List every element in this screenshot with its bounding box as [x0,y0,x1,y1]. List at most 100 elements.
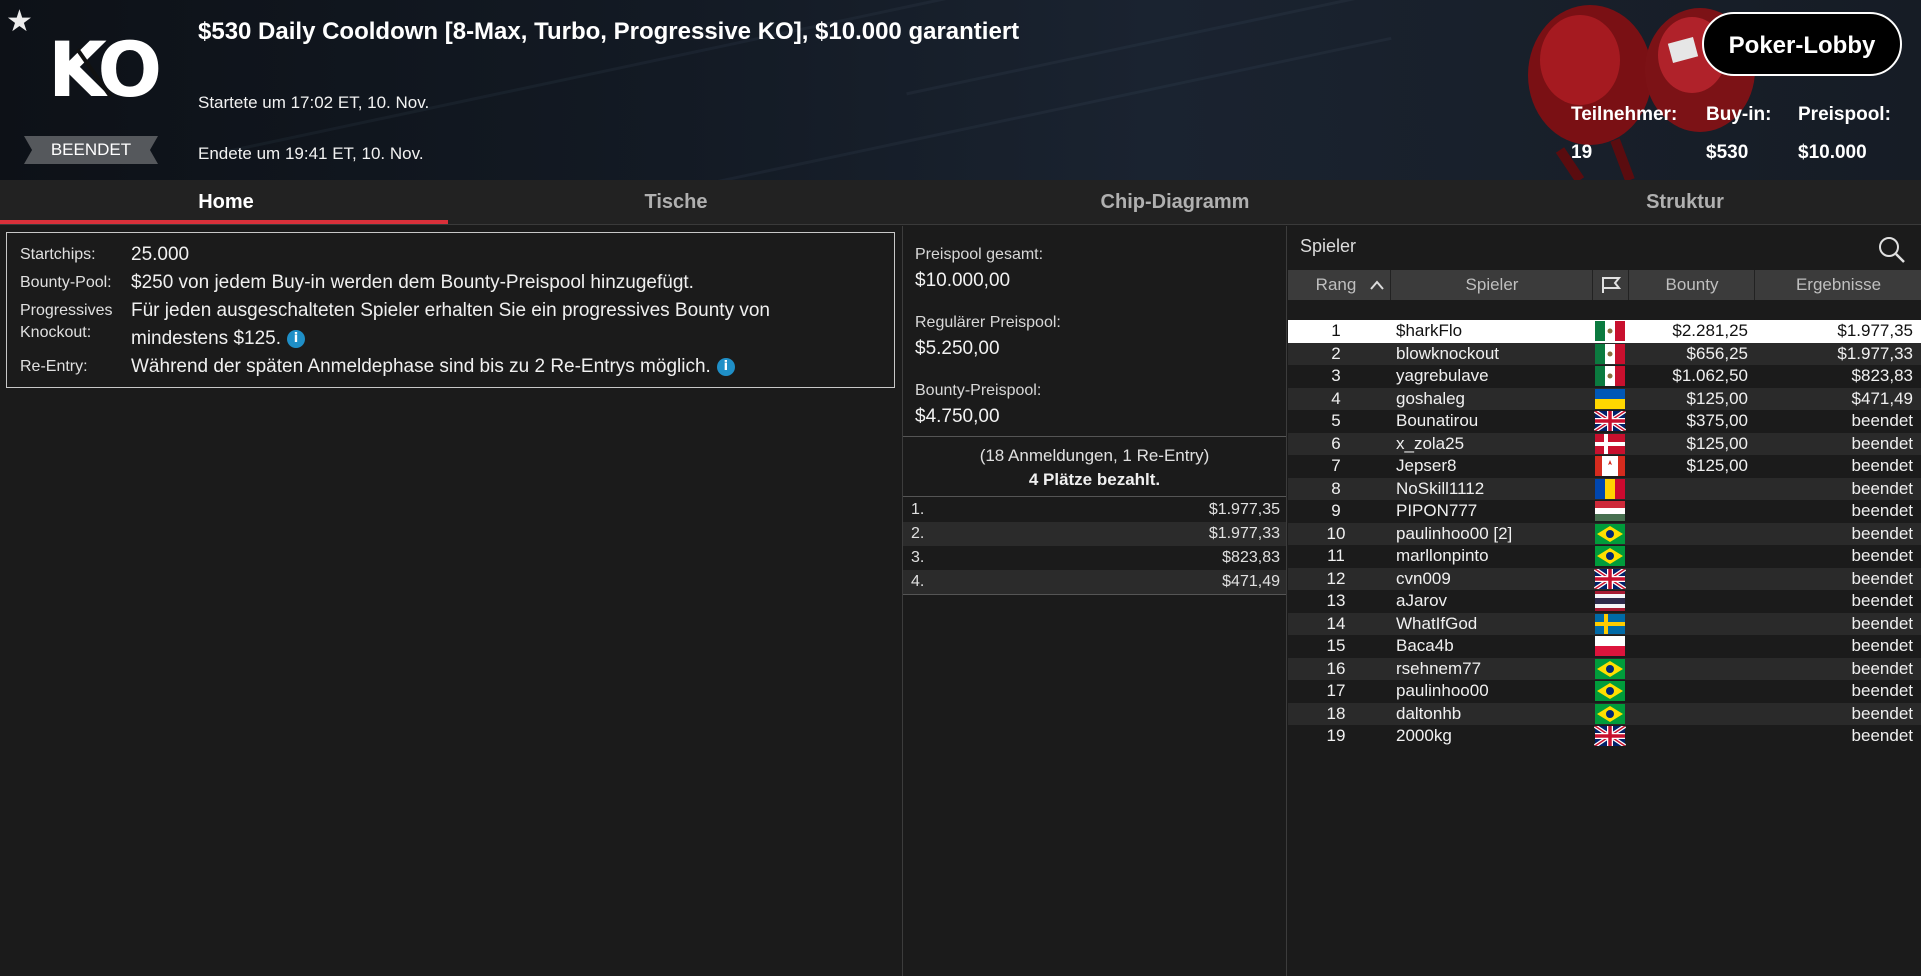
bounty-pool-label: Bounty-Pool: [20,274,112,291]
page-title: $530 Daily Cooldown [8-Max, Turbo, Progr… [198,18,1020,45]
table-row[interactable]: 5 Bounatirou $375,00 beendet [1288,410,1921,433]
player-name: goshaleg [1396,388,1466,408]
table-row[interactable]: 18 daltonhb beendet [1288,702,1921,725]
column-header-bounty[interactable]: Bounty [1630,270,1754,300]
player-rank: 17 [1326,681,1346,700]
table-row[interactable]: 17 paulinhoo00 beendet [1288,680,1921,703]
table-row[interactable]: 16 rsehnem77 beendet [1288,657,1921,680]
total-pool-label: Preispool gesamt: [915,246,1044,263]
tab-chip-chart[interactable]: Chip-Diagramm [960,180,1390,224]
tab-structure[interactable]: Struktur [1490,180,1880,224]
ukraine-flag-icon [1595,388,1625,409]
player-name: blowknockout [1396,343,1500,363]
pko-label-line1: Progressives [20,302,113,319]
reentry-value: Während der späten Anmeldephase sind bis… [131,353,735,381]
table-row[interactable]: 19 2000kg beendet [1288,725,1921,748]
payout-row: 4. $471,49 [903,570,1286,594]
table-row[interactable]: 9 PIPON777 beendet [1288,500,1921,523]
flag-column-icon[interactable] [1600,276,1622,294]
payout-row: 3. $823,83 [911,549,1280,566]
player-rank: 3 [1331,366,1341,385]
player-result: beendet [1851,523,1913,543]
player-rank: 11 [1327,546,1345,565]
table-row[interactable]: 3 yagrebulave $1.062,50 $823,83 [1288,365,1921,388]
player-result: beendet [1851,591,1913,610]
table-row[interactable]: 7 Jepser8 $125,00 beendet [1288,455,1921,478]
player-name: PIPON777 [1396,501,1478,520]
player-rank: 9 [1331,501,1341,520]
players-panel: Spieler Rang Spieler Bounty Ergebnisse 1… [1288,226,1921,976]
table-row[interactable]: 8 NoSkill1112 beendet [1288,477,1921,500]
table-row[interactable]: 10 paulinhoo00 [2] beendet [1288,522,1921,545]
info-icon[interactable]: i [716,357,735,376]
info-icon[interactable]: i [287,329,305,348]
buyin-label: Buy-in: [1706,104,1772,125]
tournament-header: ★ KO BEENDET $530 Daily Cooldown [8-Max,… [0,0,1921,180]
active-tab-indicator [0,220,448,224]
player-name: Baca4b [1396,636,1454,655]
player-name: 2000kg [1396,726,1452,745]
table-row[interactable]: 14 WhatIfGod beendet [1288,612,1921,635]
player-bounty: $125,00 [1686,388,1748,408]
pko-value-line2: mindestens $125. i [131,325,305,353]
bounty-pool-total-label: Bounty-Preispool: [915,382,1042,399]
player-rank: 5 [1331,411,1341,430]
participants-label: Teilnehmer: [1571,104,1678,125]
player-rank: 1 [1331,321,1341,340]
pko-value-line1: Für jeden ausgeschalteten Spieler erhalt… [131,300,770,321]
table-row[interactable]: 2 blowknockout $656,25 $1.977,33 [1288,342,1921,365]
table-row[interactable]: 12 cvn009 beendet [1288,567,1921,590]
poker-lobby-button[interactable]: Poker-Lobby [1702,12,1902,76]
status-badge: BEENDET [24,136,158,164]
player-name: Jepser8 [1396,456,1457,475]
brazil-flag-icon [1595,681,1625,701]
table-row[interactable]: 11 marllonpinto beendet [1288,545,1921,568]
table-row[interactable]: 6 x_zola25 $125,00 beendet [1288,432,1921,455]
pko-label-line2: Knockout: [20,324,92,341]
player-result: beendet [1851,478,1913,498]
tab-tables[interactable]: Tische [452,180,900,224]
player-name: Bounatirou [1396,411,1479,430]
player-result: beendet [1851,501,1913,520]
startchips-label: Startchips: [20,246,96,263]
bounty-pool-total-value: $4.750,00 [915,406,1000,427]
uk-flag-icon [1594,411,1626,431]
regular-pool-value: $5.250,00 [915,338,1000,359]
player-result: $1.977,33 [1837,343,1913,363]
player-rank: 10 [1326,523,1346,543]
player-rank: 7 [1331,456,1341,475]
denmark-flag-icon [1595,433,1625,454]
table-row[interactable]: 15 Baca4b beendet [1288,635,1921,658]
startchips-value: 25.000 [131,244,190,265]
paid-places: 4 Plätze bezahlt. [1028,470,1161,489]
table-row[interactable]: 13 aJarov beendet [1288,590,1921,613]
player-rank: 14 [1326,613,1346,633]
player-result: beendet [1851,636,1913,655]
player-rank: 19 [1326,726,1346,745]
star-icon[interactable]: ★ [6,4,33,39]
end-time: Endete um 19:41 ET, 10. Nov. [198,144,424,163]
column-header-player[interactable]: Spieler [1392,270,1592,300]
brazil-flag-icon [1595,523,1625,544]
buyin-value: $530 [1706,142,1749,163]
column-header-results[interactable]: Ergebnisse [1756,270,1921,300]
player-bounty: $656,25 [1686,343,1748,363]
player-rank: 18 [1326,703,1346,723]
tab-home[interactable]: Home [0,180,452,224]
player-rank: 6 [1331,433,1341,453]
table-row[interactable]: 4 goshaleg $125,00 $471,49 [1288,387,1921,410]
player-bounty: $375,00 [1686,411,1748,430]
prizepool-label: Preispool: [1798,104,1891,125]
sort-ascending-icon[interactable] [1370,280,1384,290]
ko-logo: KO [48,25,162,114]
player-name: $harkFlo [1396,321,1463,340]
player-rank: 2 [1331,343,1341,363]
participants-value: 19 [1571,142,1593,163]
brazil-flag-icon [1595,546,1625,566]
sweden-flag-icon [1595,613,1625,634]
player-result: $471,49 [1851,388,1913,408]
table-row[interactable]: 1 $harkFlo $2.281,25 $1.977,35 [1288,320,1921,343]
player-result: $1.977,35 [1837,321,1913,340]
search-icon[interactable] [1876,234,1906,264]
brazil-flag-icon [1595,658,1625,679]
